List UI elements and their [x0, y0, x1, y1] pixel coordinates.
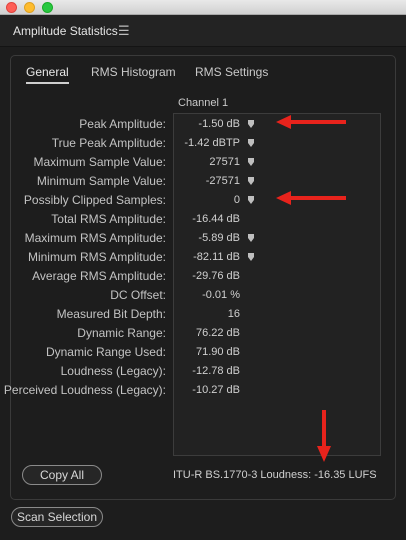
- annotation-arrow-down: [317, 410, 331, 462]
- stat-label: Minimum RMS Amplitude:: [27, 250, 166, 264]
- stat-label: Measured Bit Depth:: [56, 307, 166, 321]
- stat-label: Perceived Loudness (Legacy):: [3, 383, 166, 397]
- stat-label: Loudness (Legacy):: [60, 364, 166, 378]
- stat-value: -1.42 dBTP: [184, 137, 240, 149]
- stat-value: 76.22 dB: [195, 327, 240, 339]
- go-to-location-icon[interactable]: [248, 196, 254, 204]
- stat-label: Maximum Sample Value:: [33, 155, 167, 169]
- stat-label: Total RMS Amplitude:: [51, 212, 166, 226]
- stat-value: 27571: [209, 156, 240, 168]
- stat-label: Peak Amplitude:: [79, 117, 166, 131]
- stat-label: Minimum Sample Value:: [36, 174, 166, 188]
- zoom-window-button[interactable]: [42, 2, 53, 13]
- hamburger-menu-icon[interactable]: ☰: [118, 23, 130, 39]
- stat-label: Possibly Clipped Samples:: [23, 193, 166, 207]
- go-to-location-icon[interactable]: [248, 253, 254, 261]
- go-to-location-icon[interactable]: [248, 177, 254, 185]
- tab-bar: General RMS Histogram RMS Settings: [11, 56, 395, 86]
- stat-value: -29.76 dB: [192, 270, 240, 282]
- column-header-channel-1: Channel 1: [178, 97, 229, 109]
- stat-label: DC Offset:: [110, 288, 166, 302]
- values-column-box: [173, 113, 381, 456]
- copy-all-button[interactable]: Copy All: [22, 465, 102, 485]
- stat-label: Dynamic Range Used:: [45, 345, 166, 359]
- tab-rms-histogram[interactable]: RMS Histogram: [91, 65, 176, 79]
- window-titlebar: [0, 0, 406, 15]
- stat-value: 71.90 dB: [195, 346, 240, 358]
- stat-value: -82.11 dB: [193, 251, 240, 263]
- stat-value: -12.78 dB: [192, 365, 240, 377]
- go-to-location-icon[interactable]: [248, 139, 254, 147]
- scan-selection-button[interactable]: Scan Selection: [11, 507, 103, 527]
- go-to-location-icon[interactable]: [248, 158, 254, 166]
- go-to-location-icon[interactable]: [248, 234, 254, 242]
- tab-general[interactable]: General: [26, 65, 69, 84]
- annotation-arrow-left: [276, 191, 346, 205]
- minimize-window-button[interactable]: [24, 2, 35, 13]
- go-to-location-icon[interactable]: [248, 120, 254, 128]
- tab-rms-settings[interactable]: RMS Settings: [195, 65, 268, 79]
- panel-title: Amplitude Statistics: [13, 24, 118, 38]
- stat-label: Dynamic Range:: [77, 326, 166, 340]
- stat-label: Average RMS Amplitude:: [32, 269, 166, 283]
- stat-value: -5.89 dB: [198, 232, 240, 244]
- stat-value: -1.50 dB: [198, 118, 240, 130]
- stat-value: 16: [227, 308, 240, 320]
- annotation-arrow-left: [276, 115, 346, 129]
- stat-value: -27571: [205, 175, 240, 187]
- stat-label: Maximum RMS Amplitude:: [24, 231, 166, 245]
- close-window-button[interactable]: [6, 2, 17, 13]
- stat-value: -16.44 dB: [192, 213, 240, 225]
- stat-label: True Peak Amplitude:: [51, 136, 166, 150]
- stat-value: 0: [233, 194, 240, 206]
- stat-value: -10.27 dB: [192, 384, 240, 396]
- itu-loudness-readout: ITU-R BS.1770-3 Loudness: -16.35 LUFS: [173, 469, 377, 481]
- panel-header: Amplitude Statistics ☰: [0, 15, 406, 47]
- stat-value: -0.01 %: [202, 289, 240, 301]
